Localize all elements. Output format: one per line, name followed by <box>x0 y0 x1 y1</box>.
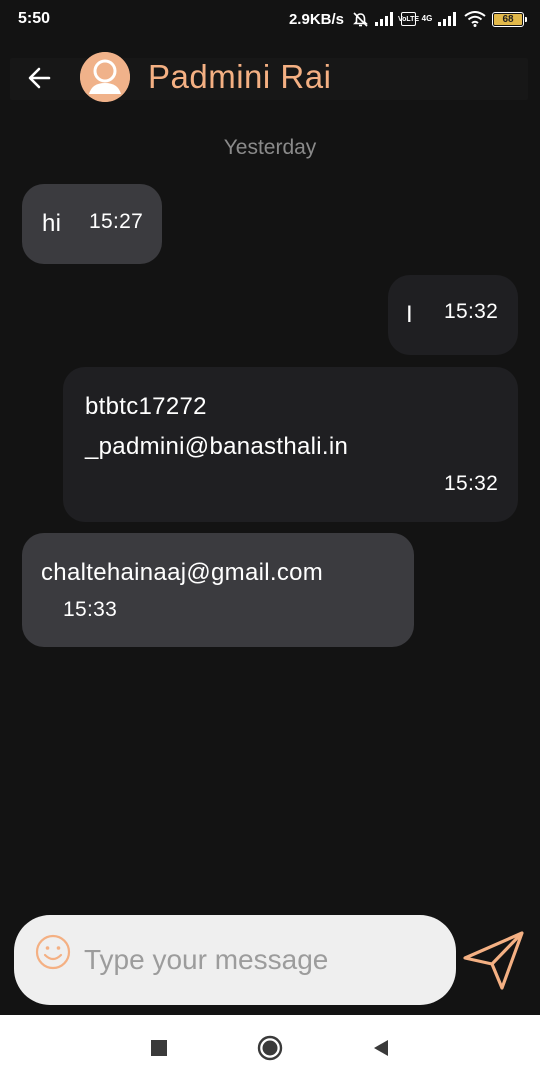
back-button[interactable] <box>24 62 56 94</box>
network-speed: 2.9KB/s <box>288 10 344 28</box>
alarm-off-icon <box>352 11 369 28</box>
message-bubble-outgoing[interactable]: I 15:32 <box>388 275 518 355</box>
square-icon <box>151 1040 167 1056</box>
battery-icon: 68 <box>492 11 527 27</box>
chat-screen: 5:50 2.9KB/s VoLTE 4G 68 Padmini Rai Yes… <box>0 0 540 1080</box>
status-time: 5:50 <box>18 10 51 27</box>
recents-button[interactable] <box>146 1035 172 1061</box>
battery-level: 68 <box>494 13 522 25</box>
message-bubble-incoming[interactable]: hi 15:27 <box>22 184 162 264</box>
chat-header: Padmini Rai <box>10 52 528 102</box>
signal-bars-icon <box>375 12 395 26</box>
emoji-button[interactable] <box>34 933 72 971</box>
message-bubble-outgoing[interactable]: btbtc17272 _padmini@banasthali.in 15:32 <box>63 367 518 522</box>
wifi-icon <box>464 11 486 27</box>
message-time: 15:33 <box>63 598 118 621</box>
triangle-back-icon <box>374 1040 388 1056</box>
message-time: 15:32 <box>444 300 499 323</box>
message-text: hi <box>42 210 62 237</box>
signal-bars-2-icon <box>438 12 458 26</box>
contact-avatar[interactable] <box>80 52 130 102</box>
system-nav-bar <box>0 1015 540 1080</box>
contact-name[interactable]: Padmini Rai <box>148 58 331 96</box>
send-icon <box>463 931 524 990</box>
smiley-icon <box>35 934 71 970</box>
volte-icon: VoLTE <box>398 12 419 26</box>
message-text: chaltehainaaj@gmail.com <box>41 559 324 586</box>
message-time: 15:32 <box>444 472 499 495</box>
arrow-left-icon <box>28 67 51 89</box>
person-avatar-icon <box>80 52 130 102</box>
date-separator: Yesterday <box>223 136 317 159</box>
message-bubble-incoming[interactable]: chaltehainaaj@gmail.com 15:33 <box>22 533 414 647</box>
home-button[interactable] <box>257 1035 283 1061</box>
send-button[interactable] <box>462 928 526 992</box>
message-composer <box>14 915 456 1005</box>
status-bar: 5:50 2.9KB/s VoLTE 4G 68 <box>0 0 540 40</box>
circle-icon <box>257 1035 283 1061</box>
nav-back-button[interactable] <box>368 1035 394 1061</box>
network-type-icon: 4G <box>421 14 433 23</box>
message-time: 15:27 <box>89 210 144 233</box>
status-icons: 2.9KB/s VoLTE 4G 68 <box>288 9 527 29</box>
message-text: I <box>406 301 413 328</box>
message-text: btbtc17272 _padmini@banasthali.in <box>85 393 349 460</box>
message-input[interactable] <box>84 937 434 983</box>
